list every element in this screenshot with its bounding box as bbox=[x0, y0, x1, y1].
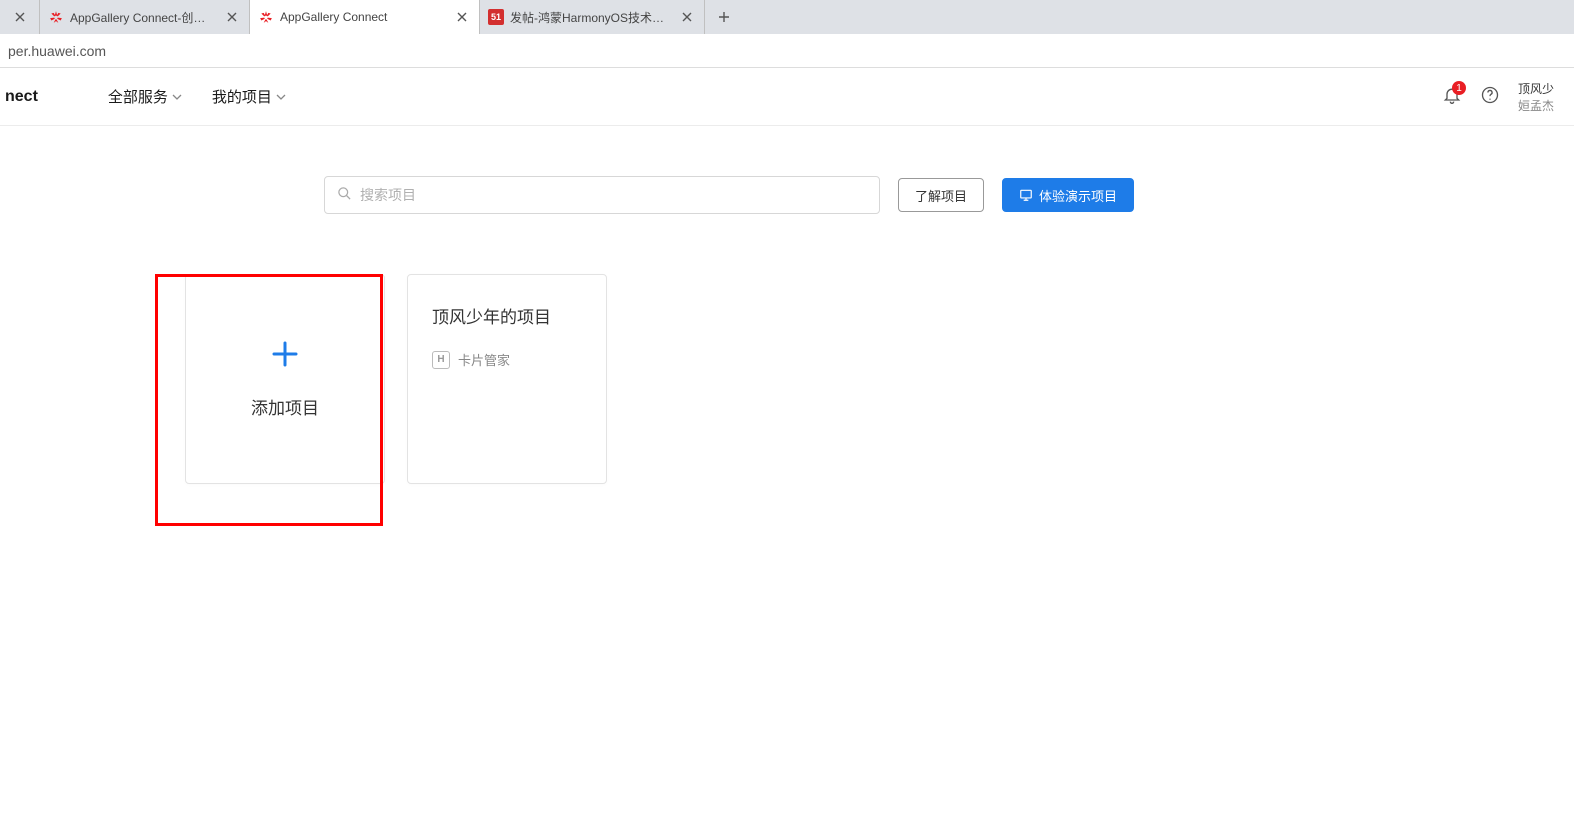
main-content: 了解项目 体验演示项目 添加项目 顶风少年的项目 H 卡片管家 bbox=[0, 126, 1574, 484]
agc-logo-text: nect bbox=[5, 88, 38, 106]
app-badge-icon: H bbox=[432, 351, 450, 369]
huawei-favicon-icon bbox=[258, 9, 274, 25]
nav-my-projects[interactable]: 我的项目 bbox=[212, 86, 286, 107]
tab-title: 发帖-鸿蒙HarmonyOS技术社区 bbox=[510, 9, 672, 26]
button-label: 了解项目 bbox=[915, 186, 967, 205]
search-icon bbox=[337, 186, 352, 204]
user-menu[interactable]: 顶风少 姮孟杰 bbox=[1518, 80, 1554, 114]
chevron-down-icon bbox=[276, 92, 286, 102]
notification-badge: 1 bbox=[1452, 81, 1466, 95]
browser-tab-3[interactable]: 51 发帖-鸿蒙HarmonyOS技术社区 bbox=[480, 0, 705, 34]
close-icon[interactable] bbox=[225, 10, 239, 24]
agc-top-nav: nect 全部服务 我的项目 1 顶风少 姮孟杰 bbox=[0, 68, 1574, 126]
nav-item-label: 我的项目 bbox=[212, 86, 272, 107]
tab-title: AppGallery Connect bbox=[280, 10, 447, 24]
project-card[interactable]: 顶风少年的项目 H 卡片管家 bbox=[407, 274, 607, 484]
browser-tab-2-active[interactable]: AppGallery Connect bbox=[250, 0, 480, 34]
plus-icon bbox=[270, 339, 300, 372]
button-label: 体验演示项目 bbox=[1039, 186, 1117, 205]
learn-project-button[interactable]: 了解项目 bbox=[898, 178, 984, 212]
cards-area: 添加项目 顶风少年的项目 H 卡片管家 bbox=[0, 274, 1574, 484]
app-name: 卡片管家 bbox=[458, 350, 510, 369]
chevron-down-icon bbox=[172, 92, 182, 102]
nav-item-label: 全部服务 bbox=[108, 86, 168, 107]
url-text: per.huawei.com bbox=[8, 43, 106, 59]
demo-project-button[interactable]: 体验演示项目 bbox=[1002, 178, 1134, 212]
huawei-favicon-icon bbox=[48, 9, 64, 25]
search-project-box[interactable] bbox=[324, 176, 880, 214]
search-input[interactable] bbox=[360, 187, 867, 203]
add-project-label: 添加项目 bbox=[251, 394, 319, 419]
tab-title: AppGallery Connect-创建您的A bbox=[70, 9, 217, 26]
close-icon[interactable] bbox=[455, 10, 469, 24]
help-button[interactable] bbox=[1480, 85, 1500, 108]
close-icon[interactable] bbox=[680, 10, 694, 24]
nav-all-services[interactable]: 全部服务 bbox=[108, 86, 182, 107]
51cto-favicon-icon: 51 bbox=[488, 9, 504, 25]
address-bar[interactable]: per.huawei.com bbox=[0, 34, 1574, 68]
new-tab-button[interactable] bbox=[709, 2, 739, 32]
browser-tab-1[interactable]: AppGallery Connect-创建您的A bbox=[40, 0, 250, 34]
demo-icon bbox=[1019, 188, 1033, 202]
browser-tab-strip: AppGallery Connect-创建您的A AppGallery Conn… bbox=[0, 0, 1574, 34]
browser-tab-0[interactable] bbox=[0, 0, 40, 34]
agc-top-right: 1 顶风少 姮孟杰 bbox=[1442, 80, 1554, 114]
cards-grid: 添加项目 顶风少年的项目 H 卡片管家 bbox=[155, 274, 1574, 484]
close-icon[interactable] bbox=[13, 10, 27, 24]
agc-nav-menu: 全部服务 我的项目 bbox=[108, 86, 286, 107]
notification-bell[interactable]: 1 bbox=[1442, 85, 1462, 108]
toolbar-row: 了解项目 体验演示项目 bbox=[0, 176, 1574, 214]
project-app-row: H 卡片管家 bbox=[432, 350, 510, 369]
help-icon bbox=[1480, 85, 1500, 105]
add-project-card[interactable]: 添加项目 bbox=[185, 274, 385, 484]
project-name: 顶风少年的项目 bbox=[432, 303, 551, 328]
user-line1: 顶风少 bbox=[1518, 80, 1554, 97]
user-line2: 姮孟杰 bbox=[1518, 97, 1554, 114]
